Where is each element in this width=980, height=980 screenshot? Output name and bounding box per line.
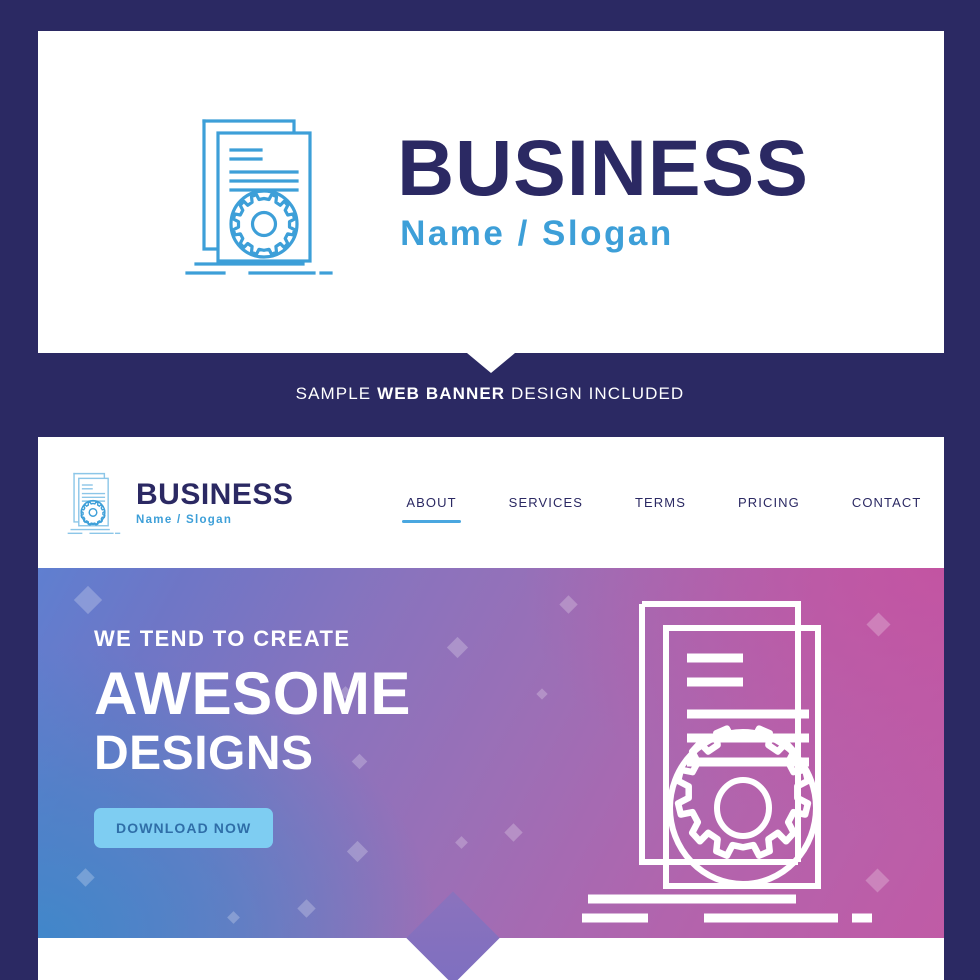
- navbar-brand-subtitle: Name / Slogan: [136, 513, 233, 526]
- nav-item-contact[interactable]: CONTACT: [826, 495, 944, 510]
- diamond-decoration: [455, 836, 468, 849]
- hero-content: WE TEND TO CREATE AWESOME DESIGNS DOWNLO…: [94, 626, 411, 848]
- navbar: BUSINESS Name / Slogan ABOUT SERVICES TE…: [38, 437, 944, 568]
- caption: SAMPLE WEB BANNER DESIGN INCLUDED: [0, 384, 980, 404]
- hero-kicker: WE TEND TO CREATE: [94, 626, 351, 651]
- diamond-decoration: [297, 899, 316, 918]
- diamond-decoration: [504, 823, 523, 842]
- hero-headline-primary: AWESOME: [94, 660, 411, 727]
- navbar-brand-title: BUSINESS: [136, 477, 294, 511]
- diamond-decoration: [446, 636, 469, 659]
- nav-item-services[interactable]: SERVICES: [483, 495, 609, 510]
- hero-headline-secondary: DESIGNS: [94, 727, 314, 780]
- nav-item-terms[interactable]: TERMS: [609, 495, 712, 510]
- diamond-decoration: [227, 911, 240, 924]
- poster-canvas: BUSINESS Name / Slogan SAMPLE WEB BANNER…: [0, 0, 980, 980]
- logo-text-block: BUSINESS Name / Slogan: [397, 123, 809, 254]
- web-banner-mockup: BUSINESS Name / Slogan ABOUT SERVICES TE…: [38, 437, 944, 938]
- navbar-brand-text: BUSINESS Name / Slogan: [136, 477, 294, 526]
- logo-subtitle: Name / Slogan: [400, 213, 674, 253]
- download-now-button[interactable]: DOWNLOAD NOW: [94, 807, 274, 848]
- diamond-decoration: [73, 585, 103, 615]
- logo-presentation-card: BUSINESS Name / Slogan: [38, 31, 944, 353]
- page-title: BUSINESS: [397, 123, 809, 213]
- logo-lockup: BUSINESS Name / Slogan: [38, 31, 944, 353]
- nav-item-pricing[interactable]: PRICING: [712, 495, 826, 510]
- caption-prefix: SAMPLE: [295, 384, 378, 403]
- document-gear-icon: [173, 102, 353, 282]
- diamond-decoration: [76, 868, 95, 887]
- hero-banner: WE TEND TO CREATE AWESOME DESIGNS DOWNLO…: [38, 568, 944, 938]
- diamond-decoration: [559, 595, 578, 614]
- card-notch-arrow: [467, 353, 515, 373]
- navbar-menu: ABOUT SERVICES TERMS PRICING CONTACT: [380, 495, 944, 523]
- diamond-decoration: [536, 688, 548, 700]
- caption-bold: WEB BANNER: [377, 384, 506, 403]
- nav-item-about[interactable]: ABOUT: [380, 495, 482, 523]
- navbar-brand[interactable]: BUSINESS Name / Slogan: [64, 467, 293, 539]
- document-gear-icon: [64, 467, 122, 539]
- document-gear-icon: [580, 586, 898, 926]
- caption-suffix: DESIGN INCLUDED: [505, 384, 685, 403]
